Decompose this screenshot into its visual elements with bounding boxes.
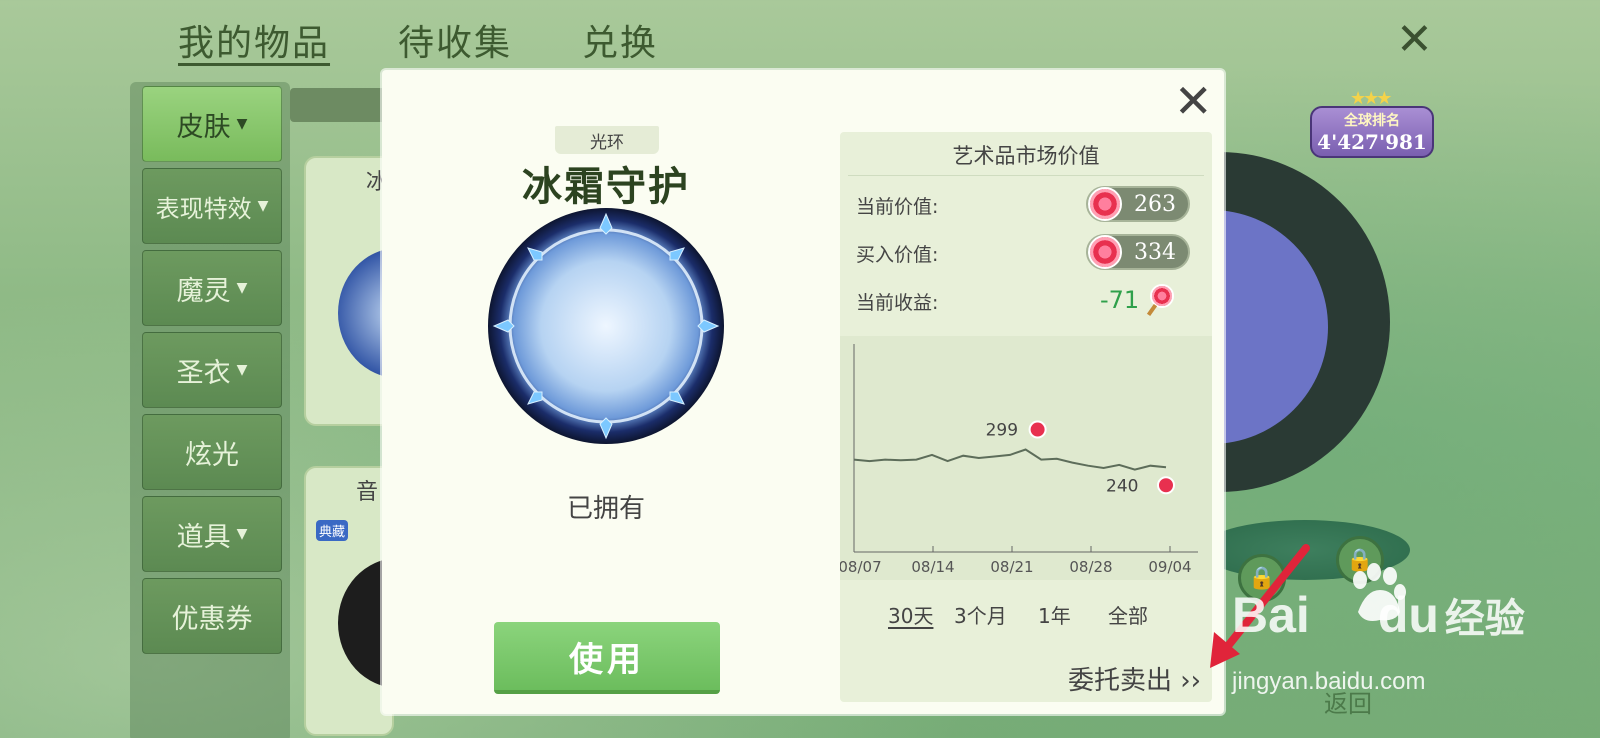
sidebar-item-spirit[interactable]: 魔灵 ▼: [142, 250, 282, 326]
collection-badge: 典藏: [316, 520, 349, 541]
frost-halo-image: [488, 208, 724, 444]
sidebar-item-props[interactable]: 道具 ▼: [142, 496, 282, 572]
global-rank-badge[interactable]: 全球排名 4'427'981: [1310, 106, 1434, 158]
candy-icon: [1088, 187, 1122, 221]
double-chevron-icon: ››: [1180, 666, 1202, 696]
tab-to-collect[interactable]: 待收集: [398, 14, 512, 66]
x-tick-label: 08/14: [911, 558, 954, 576]
card-label: 音: [356, 480, 379, 505]
baidu-watermark-url: jingyan.baidu.com: [1232, 668, 1426, 695]
item-type-tag: 光环: [555, 126, 659, 154]
item-card[interactable]: 冰: [304, 156, 458, 426]
divider: [848, 175, 1204, 176]
caret-down-icon: ▼: [236, 526, 248, 542]
caret-down-icon: ▼: [236, 280, 248, 296]
owned-status: 已拥有: [566, 494, 645, 524]
sidebar-item-garment[interactable]: 圣衣 ▼: [142, 332, 282, 408]
x-tick-label: 08/21: [990, 558, 1033, 576]
x-tick-label: 09/04: [1148, 558, 1191, 576]
search-bar[interactable]: [290, 88, 390, 122]
price-chart: 08/07 08/14 08/21 08/28 09/04 299 240: [840, 344, 1198, 576]
candy-marker-icon: [1157, 476, 1175, 495]
range-tab-30d[interactable]: 30天: [888, 600, 933, 629]
caret-down-icon: ▼: [236, 116, 248, 132]
sidebar-item-glow[interactable]: 炫光: [142, 414, 282, 490]
price-series-line: [853, 448, 1167, 471]
tab-my-items[interactable]: 我的物品: [178, 14, 330, 66]
x-tick-label: 08/28: [1069, 558, 1112, 576]
baidu-paw-icon: [1353, 563, 1406, 621]
use-button[interactable]: 使用: [494, 622, 720, 694]
range-tab-1y[interactable]: 1年: [1038, 600, 1071, 629]
buy-value-label: 买入价值:: [856, 244, 939, 266]
market-title: 艺术品市场价值: [952, 144, 1100, 168]
caret-down-icon: ▼: [236, 362, 248, 378]
item-name: 冰霜守护: [522, 164, 690, 210]
sidebar-item-skin[interactable]: 皮肤 ▼: [142, 86, 282, 162]
sidebar-item-coupons[interactable]: 优惠券: [142, 578, 282, 654]
range-tab-3m[interactable]: 3个月: [954, 600, 1007, 629]
caret-down-icon: ▼: [257, 198, 269, 214]
x-tick-label: 08/07: [840, 558, 882, 576]
item-card[interactable]: 音 典藏: [304, 466, 458, 736]
range-tab-all[interactable]: 全部: [1108, 600, 1148, 629]
page-close-icon[interactable]: ✕: [1396, 18, 1433, 62]
tab-exchange[interactable]: 兑换: [582, 14, 658, 66]
last-price-label: 240: [1106, 476, 1138, 496]
candy-marker-icon: [1028, 420, 1047, 439]
current-value-label: 当前价值:: [856, 196, 939, 218]
consign-sell-link[interactable]: 委托卖出 ››: [1068, 660, 1201, 697]
profit-label: 当前收益:: [856, 292, 939, 314]
profit-value: -71: [1100, 286, 1140, 314]
candy-icon: [1088, 235, 1122, 269]
modal-close-icon[interactable]: ✕: [1174, 78, 1213, 124]
sidebar-item-effects[interactable]: 表现特效 ▼: [142, 168, 282, 244]
max-price-label: 299: [986, 421, 1018, 441]
